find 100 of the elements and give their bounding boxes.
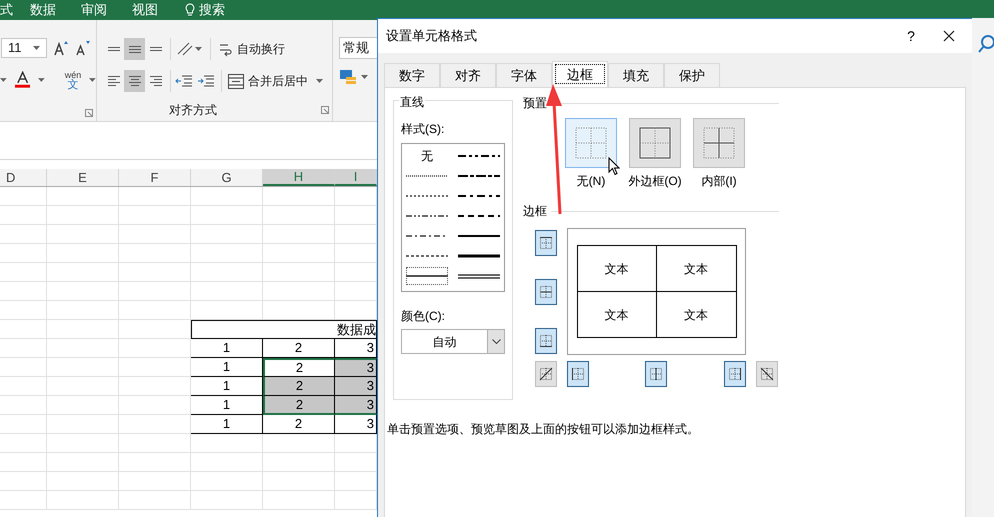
preset-button[interactable] bbox=[693, 118, 745, 168]
font-color-icon[interactable] bbox=[14, 71, 30, 89]
dialog-tab[interactable]: 边框 bbox=[552, 61, 608, 87]
horizontal-align-button[interactable] bbox=[124, 70, 145, 92]
line-style-sample bbox=[406, 194, 448, 198]
caret-icon bbox=[33, 46, 40, 50]
table-cell: 3 bbox=[335, 415, 377, 434]
border-toggle-button[interactable] bbox=[724, 361, 746, 387]
merge-cells-icon bbox=[228, 74, 244, 88]
dialog-tab[interactable]: 对齐 bbox=[440, 63, 496, 87]
column-header[interactable]: D bbox=[0, 169, 47, 186]
empty-cell bbox=[0, 491, 47, 510]
empty-cell bbox=[263, 453, 335, 472]
conditional-format-icon[interactable] bbox=[339, 69, 357, 85]
column-header[interactable]: E bbox=[47, 169, 119, 186]
table-cell: 1 bbox=[191, 377, 263, 396]
decrease-indent-icon[interactable] bbox=[175, 73, 193, 89]
border-toggle-button[interactable] bbox=[645, 361, 667, 387]
dialog-tab[interactable]: 字体 bbox=[496, 63, 552, 87]
empty-cell bbox=[191, 225, 263, 244]
help-button[interactable]: ? bbox=[896, 21, 926, 51]
empty-cell bbox=[47, 263, 119, 282]
ribbon-tab[interactable]: 式 bbox=[0, 0, 30, 20]
empty-cell bbox=[0, 339, 47, 358]
column-header[interactable]: I bbox=[335, 169, 377, 186]
empty-cell bbox=[47, 301, 119, 320]
empty-cell bbox=[0, 453, 47, 472]
orientation-icon[interactable] bbox=[175, 40, 195, 58]
increase-indent-icon[interactable] bbox=[197, 73, 215, 89]
line-style-sample bbox=[458, 154, 500, 158]
search-button[interactable]: 搜索 bbox=[185, 0, 225, 20]
preset-label: 外边框(O) bbox=[628, 173, 682, 190]
column-header[interactable]: F bbox=[119, 169, 191, 186]
empty-cell bbox=[191, 453, 263, 472]
preset-grid-icon bbox=[575, 127, 607, 159]
dialog-launcher-icon[interactable] bbox=[321, 106, 329, 114]
font-size-dropdown[interactable]: 11 bbox=[1, 38, 47, 58]
caret-icon bbox=[195, 47, 202, 51]
table-cell: 3 bbox=[335, 339, 377, 358]
preset-button[interactable] bbox=[565, 118, 617, 168]
border-toggle-button[interactable] bbox=[756, 361, 778, 387]
empty-cell bbox=[119, 282, 191, 301]
shrink-font-icon[interactable] bbox=[75, 40, 91, 56]
vertical-align-button[interactable] bbox=[124, 38, 145, 60]
empty-cell bbox=[263, 301, 335, 320]
ribbon-tab[interactable]: 视图 bbox=[132, 0, 183, 20]
empty-cell bbox=[263, 206, 335, 225]
preset-button[interactable] bbox=[629, 118, 681, 168]
border-toggle-button[interactable] bbox=[567, 361, 589, 387]
line-style-sample bbox=[458, 274, 500, 278]
empty-cell bbox=[119, 434, 191, 453]
table-cell: 3 bbox=[335, 358, 377, 377]
table-cell: 2 bbox=[263, 377, 335, 396]
ribbon-tab[interactable]: 数据 bbox=[30, 0, 81, 20]
table-cell: 1 bbox=[191, 339, 263, 358]
caret-icon bbox=[361, 75, 368, 79]
dialog-launcher-icon[interactable] bbox=[85, 109, 93, 117]
align-icon bbox=[128, 46, 140, 52]
border-line-icon bbox=[649, 367, 663, 381]
merge-center-button[interactable]: 合并后居中 bbox=[228, 72, 323, 90]
dialog-tab[interactable]: 填充 bbox=[608, 63, 664, 87]
preview-text: 文本 bbox=[604, 306, 628, 324]
wrap-text-button[interactable]: 自动换行 bbox=[219, 40, 285, 58]
empty-cell bbox=[119, 301, 191, 320]
dialog-tab[interactable]: 数字 bbox=[384, 63, 440, 87]
empty-cell bbox=[47, 282, 119, 301]
table-cell: 3 bbox=[335, 396, 377, 415]
border-line-icon bbox=[760, 367, 774, 381]
grow-font-icon[interactable] bbox=[53, 40, 69, 56]
border-preview[interactable]: 文本 文本 文本 文本 bbox=[567, 228, 746, 355]
hint-text: 单击预置选项、预览草图及上面的按钮可以添加边框样式。 bbox=[387, 421, 700, 438]
empty-cell bbox=[47, 244, 119, 263]
border-line-icon bbox=[539, 367, 553, 381]
line-style-option[interactable] bbox=[405, 266, 449, 286]
empty-cell bbox=[191, 491, 263, 510]
empty-cell bbox=[0, 225, 47, 244]
empty-cell bbox=[263, 244, 335, 263]
table-cell: 2 bbox=[263, 415, 335, 434]
line-style-option[interactable]: 无 bbox=[405, 146, 449, 166]
caret-icon bbox=[89, 78, 96, 82]
border-toggle-button[interactable] bbox=[535, 328, 557, 354]
window-title: 设置单元格格式 bbox=[386, 27, 477, 46]
color-label: 颜色(C): bbox=[401, 308, 446, 325]
border-toggle-button[interactable] bbox=[535, 361, 557, 387]
empty-cell bbox=[0, 434, 47, 453]
ribbon-tab[interactable]: 审阅 bbox=[81, 0, 132, 20]
align-icon bbox=[108, 76, 120, 86]
empty-cell bbox=[119, 187, 191, 206]
caret-icon bbox=[0, 78, 7, 82]
dialog-tab[interactable]: 保护 bbox=[664, 63, 720, 87]
column-header[interactable]: H bbox=[263, 169, 335, 186]
line-style-sample bbox=[406, 254, 448, 258]
color-dropdown[interactable]: 自动 bbox=[401, 329, 505, 354]
empty-cell bbox=[47, 187, 119, 206]
empty-cell bbox=[119, 472, 191, 491]
empty-cell bbox=[263, 225, 335, 244]
border-toggle-button[interactable] bbox=[535, 230, 557, 256]
phonetic-guide-button[interactable]: wén 文 bbox=[64, 70, 82, 90]
align-icon bbox=[150, 47, 162, 51]
border-toggle-button[interactable] bbox=[535, 279, 557, 305]
